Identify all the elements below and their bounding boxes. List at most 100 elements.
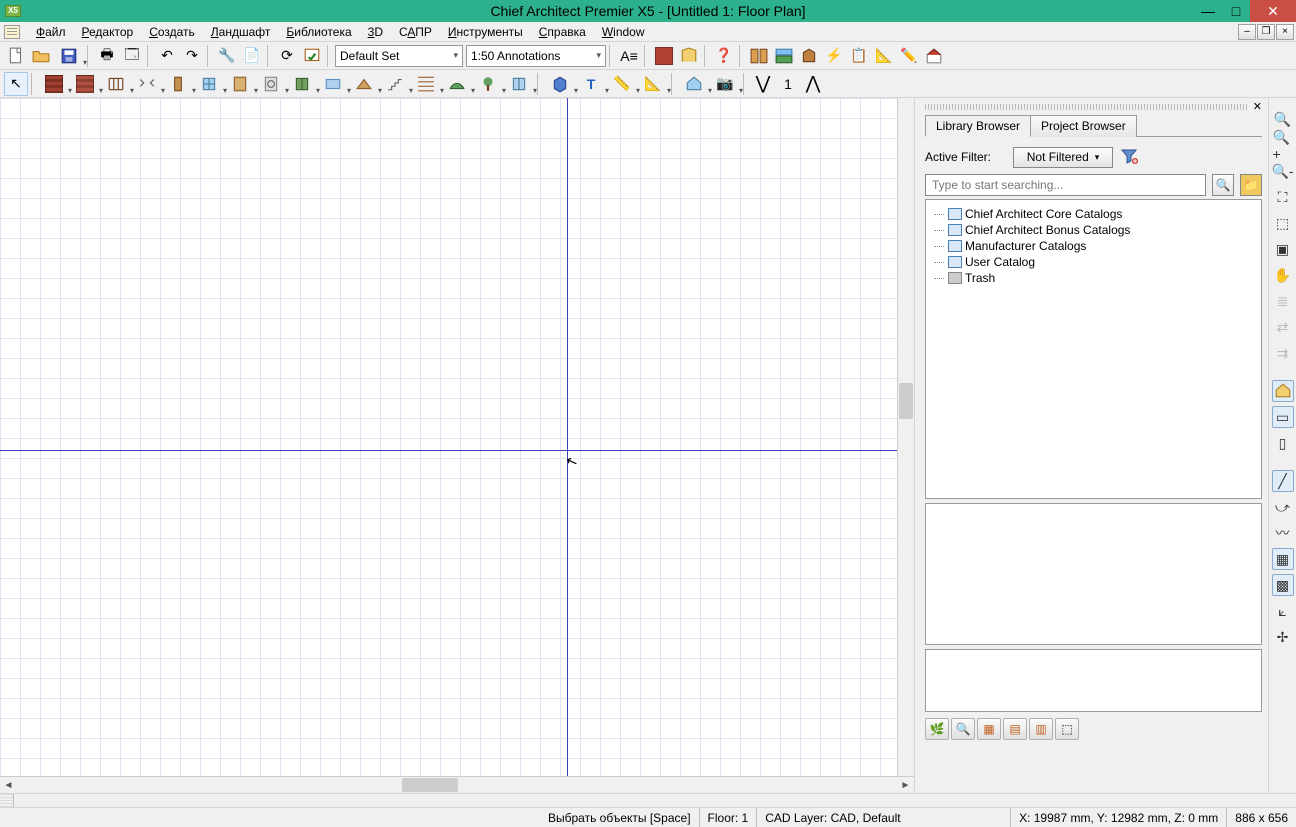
- menu-file[interactable]: Файл: [28, 23, 74, 41]
- appliance-tool[interactable]: ▾: [256, 72, 286, 96]
- view5-button[interactable]: 📋: [847, 44, 871, 68]
- default-set-combo[interactable]: Default Set▾: [335, 45, 463, 67]
- tree-item-core[interactable]: Chief Architect Core Catalogs: [930, 206, 1257, 222]
- camera-view-tool[interactable]: 📷▾: [710, 72, 740, 96]
- filter-settings-button[interactable]: [1119, 146, 1141, 168]
- railing-tool[interactable]: ▾: [101, 72, 131, 96]
- curve-tool-icon[interactable]: 〰: [1272, 522, 1294, 544]
- plan-defaults-button[interactable]: 📄: [240, 44, 264, 68]
- window-tool[interactable]: ▾: [194, 72, 224, 96]
- door-tool[interactable]: ▾: [163, 72, 193, 96]
- plant-tool[interactable]: ▾: [473, 72, 503, 96]
- undo-button[interactable]: ↶: [155, 44, 179, 68]
- menu-landscape[interactable]: Ландшафт: [203, 23, 279, 41]
- preferences-button[interactable]: 🔧: [215, 44, 239, 68]
- help-button[interactable]: ❓: [712, 44, 736, 68]
- search-button[interactable]: 🔍: [1212, 174, 1234, 196]
- library-button[interactable]: [677, 44, 701, 68]
- menu-window[interactable]: Window: [594, 23, 653, 41]
- framing-tool[interactable]: ▾: [411, 72, 441, 96]
- tree-item-user[interactable]: User Catalog: [930, 254, 1257, 270]
- view6-button[interactable]: 📐: [872, 44, 896, 68]
- crosshair-icon[interactable]: ✢: [1272, 626, 1294, 648]
- tree-item-manufacturer[interactable]: Manufacturer Catalogs: [930, 238, 1257, 254]
- tab-library-browser[interactable]: Library Browser: [925, 115, 1031, 137]
- stair-tool[interactable]: ▾: [380, 72, 410, 96]
- tree-item-trash[interactable]: Trash: [930, 270, 1257, 286]
- plan-check-button[interactable]: [300, 44, 324, 68]
- terrain-tool[interactable]: ▾: [442, 72, 472, 96]
- object-snap-icon[interactable]: ▩: [1272, 574, 1294, 596]
- camera-tool[interactable]: ▾: [504, 72, 534, 96]
- vertical-scrollbar[interactable]: [897, 98, 914, 776]
- layers1-icon[interactable]: ≣: [1272, 290, 1294, 312]
- view1-button[interactable]: [747, 44, 771, 68]
- browse-button[interactable]: 📁: [1240, 174, 1262, 196]
- zoom-tool-icon[interactable]: 🔍: [1272, 108, 1294, 130]
- annotation-scale-combo[interactable]: 1:50 Annotations▾: [466, 45, 606, 67]
- house-wizard-button[interactable]: [922, 44, 946, 68]
- menu-library[interactable]: Библиотека: [278, 23, 359, 41]
- fence-tool[interactable]: ▾: [132, 72, 162, 96]
- drawing-canvas[interactable]: ↖: [0, 98, 897, 776]
- close-button[interactable]: ✕: [1250, 0, 1296, 22]
- roof-tool[interactable]: ▾: [349, 72, 379, 96]
- mdi-restore-button[interactable]: ❐: [1257, 24, 1275, 40]
- maximize-button[interactable]: □: [1222, 0, 1250, 22]
- active-filter-combo[interactable]: Not Filtered▾: [1013, 147, 1113, 168]
- menu-edit[interactable]: Редактор: [74, 23, 142, 41]
- new-file-button[interactable]: [4, 44, 28, 68]
- panel-tool-search[interactable]: 🔍: [951, 718, 975, 740]
- save-button[interactable]: ▾: [54, 44, 84, 68]
- zoom-extents-icon[interactable]: ⬚: [1272, 212, 1294, 234]
- menu-create[interactable]: Создать: [141, 23, 203, 41]
- 3d-box-tool[interactable]: ▾: [545, 72, 575, 96]
- zoom-out-icon[interactable]: 🔍-: [1272, 160, 1294, 182]
- floor-down-button[interactable]: ⋁: [751, 72, 775, 96]
- fill-window-icon[interactable]: ▣: [1272, 238, 1294, 260]
- layers2-icon[interactable]: ⇄: [1272, 316, 1294, 338]
- panel-tool-plant[interactable]: 🌿: [925, 718, 949, 740]
- line-tool-icon[interactable]: ╱: [1272, 470, 1294, 492]
- wall-tool[interactable]: ▾: [39, 72, 69, 96]
- wall2-tool[interactable]: ▾: [70, 72, 100, 96]
- redo-button[interactable]: ↷: [180, 44, 204, 68]
- floor-up-button[interactable]: ⋀: [801, 72, 825, 96]
- materials-button[interactable]: [652, 44, 676, 68]
- view3-button[interactable]: [797, 44, 821, 68]
- cad-tool[interactable]: 📐▾: [638, 72, 668, 96]
- menu-3d[interactable]: 3D: [360, 23, 391, 41]
- electrical-tool[interactable]: ▾: [318, 72, 348, 96]
- panel-tool-view3[interactable]: ▥: [1029, 718, 1053, 740]
- library-tree[interactable]: Chief Architect Core Catalogs Chief Arch…: [925, 199, 1262, 499]
- view7-button[interactable]: ✏️: [897, 44, 921, 68]
- library-search-input[interactable]: Type to start searching...: [925, 174, 1206, 196]
- text-tool[interactable]: T▾: [576, 72, 606, 96]
- refresh-button[interactable]: ⟳: [275, 44, 299, 68]
- page-icon[interactable]: ▯: [1272, 432, 1294, 454]
- plan-view-icon[interactable]: [1272, 380, 1294, 402]
- menu-cad[interactable]: САПР: [391, 23, 440, 41]
- cabinet-tool[interactable]: ▾: [225, 72, 255, 96]
- print-button[interactable]: 🖶: [95, 44, 119, 68]
- ref-display-icon[interactable]: ▭: [1272, 406, 1294, 428]
- panel-tool-view1[interactable]: ▦: [977, 718, 1001, 740]
- mdi-minimize-button[interactable]: –: [1238, 24, 1256, 40]
- system-menu-icon[interactable]: [4, 25, 20, 39]
- view2-button[interactable]: [772, 44, 796, 68]
- angle-snap-icon[interactable]: ⟀: [1272, 600, 1294, 622]
- horizontal-scrollbar[interactable]: ◄►: [0, 776, 914, 793]
- arc-tool-icon[interactable]: ⤻: [1272, 496, 1294, 518]
- print-preview-button[interactable]: 🗔: [120, 44, 144, 68]
- resize-handle[interactable]: [0, 794, 14, 807]
- zoom-in-icon[interactable]: 🔍+: [1272, 134, 1294, 156]
- layers3-icon[interactable]: ⇉: [1272, 342, 1294, 364]
- menu-help[interactable]: Справка: [531, 23, 594, 41]
- dimension-tool[interactable]: 📏▾: [607, 72, 637, 96]
- book-tool[interactable]: ▾: [287, 72, 317, 96]
- zoom-window-icon[interactable]: ⛶: [1272, 186, 1294, 208]
- tree-item-bonus[interactable]: Chief Architect Bonus Catalogs: [930, 222, 1257, 238]
- panel-tool-prefs[interactable]: ⬚: [1055, 718, 1079, 740]
- mdi-close-button[interactable]: ×: [1276, 24, 1294, 40]
- grid-snap-icon[interactable]: ▦: [1272, 548, 1294, 570]
